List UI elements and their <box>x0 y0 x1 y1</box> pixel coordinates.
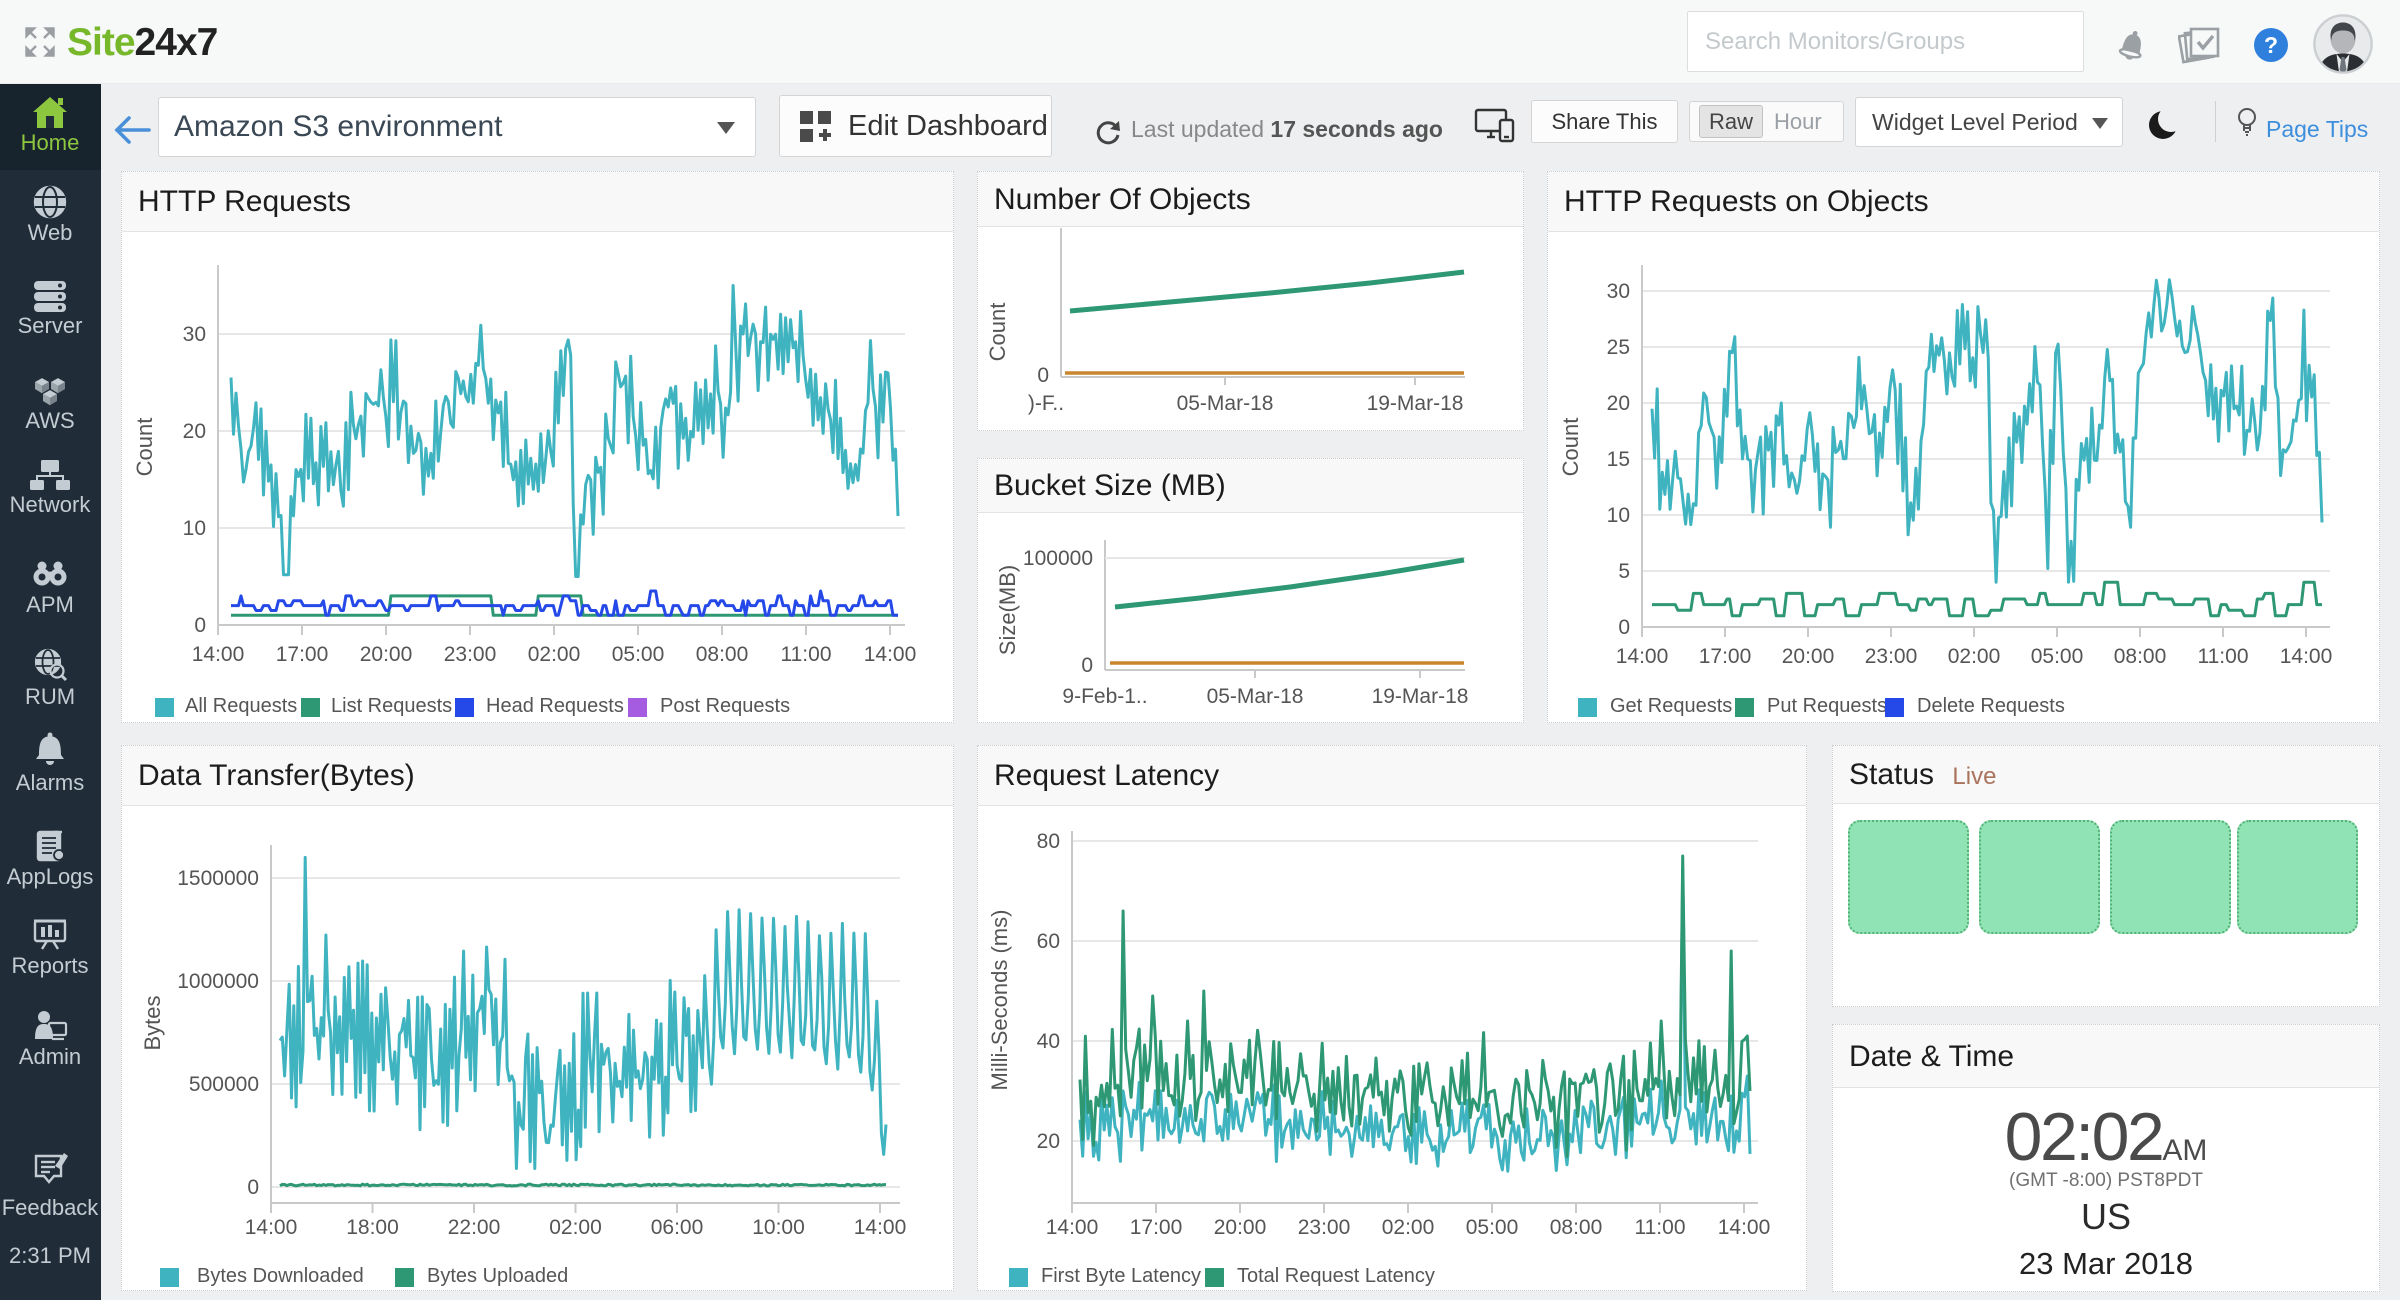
svg-text:Server: Server <box>18 313 83 338</box>
svg-text:Web: Web <box>28 220 73 245</box>
svg-text:Home: Home <box>21 130 80 155</box>
svg-text:Admin: Admin <box>19 1044 81 1069</box>
svg-text:Alarms: Alarms <box>16 770 84 795</box>
svg-text:APM: APM <box>26 592 74 617</box>
svg-text:AppLogs: AppLogs <box>7 864 94 889</box>
svg-text:RUM: RUM <box>25 684 75 709</box>
svg-text:AWS: AWS <box>25 408 74 433</box>
svg-text:Network: Network <box>10 492 92 517</box>
svg-text:Reports: Reports <box>11 953 88 978</box>
svg-text:2:31 PM: 2:31 PM <box>9 1243 91 1268</box>
svg-text:Feedback: Feedback <box>2 1195 100 1220</box>
